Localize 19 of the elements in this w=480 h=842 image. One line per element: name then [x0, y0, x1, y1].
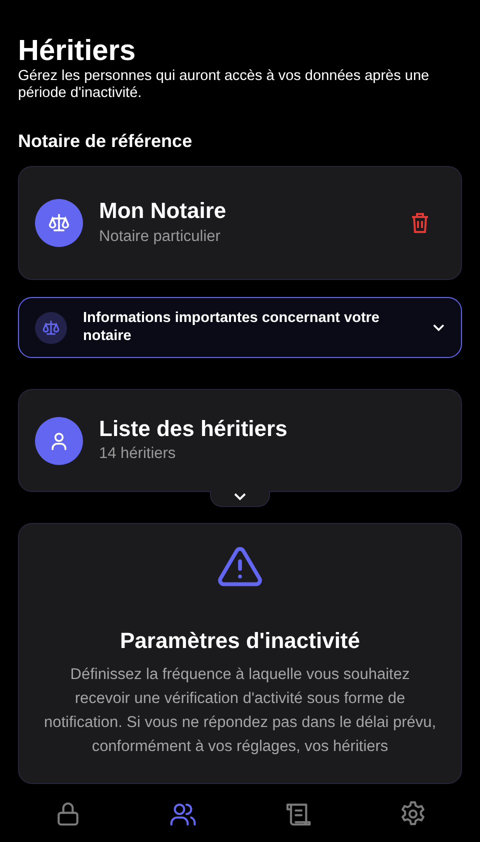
person-icon — [35, 416, 83, 465]
expand-tab[interactable] — [210, 491, 270, 508]
settings-icon[interactable] — [398, 800, 426, 828]
scales-icon — [35, 199, 83, 248]
heirs-count: 14 héritiers — [99, 444, 177, 464]
section-heading: Notaire de référence — [18, 130, 194, 152]
inactivity-description: Définissez la fréquence à laquelle vous souhaitez recevoir une vérification d'activité sous forme de notification. Si vous ne répondez pas dans le délai prévu, conformément à vos réglages, vos héritiers — [43, 665, 437, 758]
delete-icon[interactable] — [411, 211, 429, 236]
page-title: Héritiers — [18, 36, 137, 68]
chevron-icon — [233, 492, 247, 502]
page-subtitle: Gérez les personnes qui auront accès à vos données après une période d'inactivité. — [18, 68, 430, 103]
notary-type: Notaire particulier — [99, 226, 222, 247]
inactivity-title: Paramètres d'inactivité — [118, 627, 361, 656]
heirs-title: Liste des héritiers — [99, 416, 288, 442]
info-text: Informations importantes concernant votre notaire — [83, 310, 380, 346]
notary-name: Mon Notaire — [99, 198, 228, 225]
warning-icon — [217, 546, 263, 588]
scales-icon — [35, 312, 67, 344]
info-panel[interactable]: Informations importantes concernant votre notaire — [18, 297, 462, 358]
